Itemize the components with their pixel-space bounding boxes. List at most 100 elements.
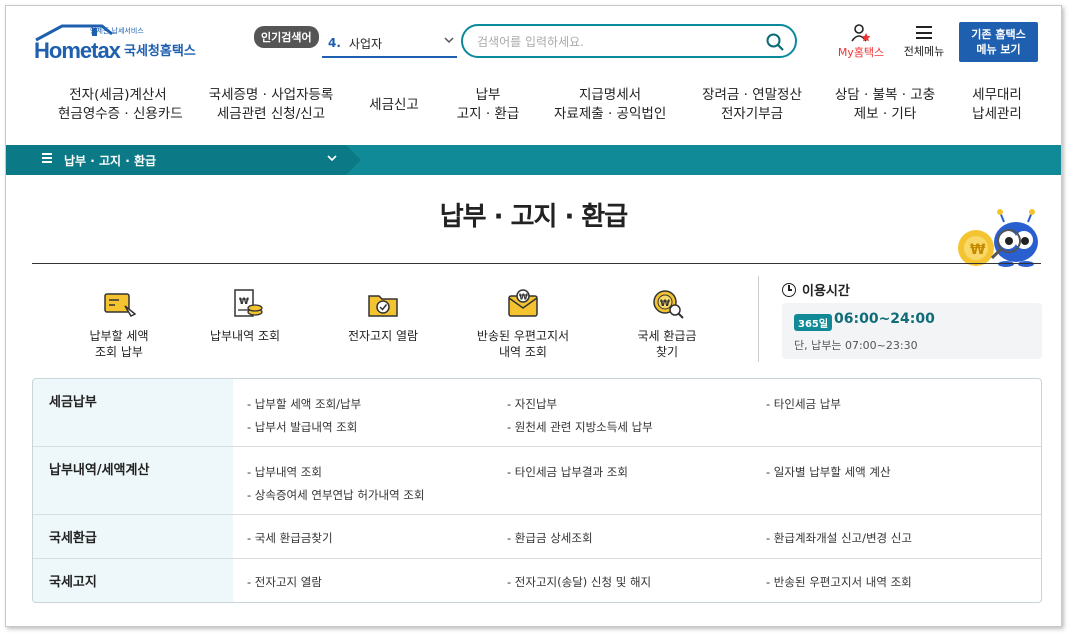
- link-others-tax[interactable]: - 타인세금 납부: [766, 396, 841, 412]
- link-installment[interactable]: - 상속증여세 연부연납 허가내역 조회: [247, 487, 424, 503]
- svg-text:₩: ₩: [970, 242, 986, 258]
- gnb-item-incentives[interactable]: 장려금 · 연말정산 전자기부금: [696, 86, 808, 124]
- table-row-refund: 국세환급 - 국세 환급금찾기 - 환급금 상세조회 - 환급계좌개설 신고/변…: [33, 515, 1041, 559]
- all-menu-button[interactable]: 전체메뉴: [897, 24, 951, 59]
- link-payable-tax[interactable]: - 납부할 세액 조회/납부: [247, 396, 361, 412]
- row-heading: 납부내역/세액계산: [33, 447, 233, 514]
- quick-menu-refund-search[interactable]: ₩ 국세 환급금 찾기: [602, 286, 732, 360]
- svg-text:₩: ₩: [660, 299, 670, 309]
- location-label: 납부 · 고지 · 환급: [64, 154, 157, 168]
- quick-menu-payable-tax[interactable]: 납부할 세액 조회 납부: [54, 286, 184, 360]
- link-returned-mail[interactable]: - 반송된 우편고지서 내역 조회: [766, 574, 912, 590]
- quick-menu-e-notice[interactable]: 전자고지 열람: [318, 286, 448, 344]
- quick-sublabel: 찾기: [655, 345, 679, 359]
- gnb-label: 세무대리: [972, 87, 1022, 103]
- gnb-item-payment[interactable]: 납부 고지 · 환급: [448, 86, 528, 124]
- gnb-sublabel: 세금관련 신청/신고: [216, 106, 326, 122]
- service-hours-title: 이용시간: [782, 280, 850, 299]
- location-dropdown[interactable]: 납부 · 고지 · 환급: [6, 145, 361, 175]
- browser-frame: 언제든 납세서비스 Hometax 국세청홈택스 인기검색어 4. 사업자 검색…: [5, 5, 1062, 627]
- user-icon: [851, 24, 871, 42]
- logo-tagline: 언제든 납세서비스: [90, 27, 144, 35]
- link-e-notice[interactable]: - 전자고지 열람: [247, 574, 322, 590]
- gnb-item-e-invoice[interactable]: 전자(세금)계산서 현금영수증 · 신용카드: [58, 86, 183, 124]
- mascot-icon: ₩: [958, 209, 1038, 267]
- logo-name: 국세청홈택스: [124, 44, 196, 59]
- days-badge: 365일: [794, 314, 833, 331]
- gnb-item-tax-agent[interactable]: 세무대리 납세관리: [962, 86, 1032, 124]
- all-menu-label: 전체메뉴: [903, 45, 945, 58]
- popular-term: 사업자: [348, 36, 383, 51]
- search-box: [461, 24, 797, 58]
- chevron-down-icon: [326, 151, 338, 168]
- my-hometax-button[interactable]: My홈택스: [832, 24, 890, 60]
- chevron-down-icon: [443, 34, 455, 49]
- hours-note: 단, 납부는 07:00~23:30: [794, 339, 918, 352]
- table-row-tax-payment: 세금납부 - 납부할 세액 조회/납부 - 자진납부 - 타인세금 납부 - 납…: [33, 379, 1041, 447]
- svg-text:₩: ₩: [519, 293, 528, 302]
- legacy-line1: 기존 홈택스: [971, 28, 1026, 41]
- gnb-label: 장려금 · 연말정산: [702, 87, 802, 103]
- page-title: 납부 · 고지 · 환급: [439, 202, 628, 232]
- legacy-line2: 메뉴 보기: [976, 43, 1021, 56]
- gnb-label: 상담 · 불복 · 고충: [834, 87, 936, 103]
- gnb-item-tax-filing[interactable]: 세금신고: [364, 86, 424, 115]
- link-refund-account[interactable]: - 환급계좌개설 신고/변경 신고: [766, 530, 912, 546]
- title-divider: [32, 263, 1041, 264]
- popular-search-badge: 인기검색어: [254, 26, 319, 48]
- quick-label: 납부할 세액: [89, 329, 149, 343]
- gnb-label: 세금신고: [369, 97, 419, 113]
- quick-label: 국세 환급금: [637, 329, 697, 343]
- global-nav: 전자(세금)계산서 현금영수증 · 신용카드 국세증명 · 사업자등록 세금관련…: [6, 86, 1061, 138]
- quick-sublabel: 내역 조회: [499, 345, 547, 359]
- gnb-sublabel: 전자기부금: [720, 106, 784, 122]
- popular-rank: 4.: [328, 36, 341, 50]
- gnb-label: 전자(세금)계산서: [69, 87, 167, 103]
- legacy-menu-button[interactable]: 기존 홈택스 메뉴 보기: [959, 22, 1038, 62]
- gnb-label: 지급명세서: [578, 87, 642, 103]
- gnb-label: 납부: [475, 87, 501, 103]
- folder-check-icon: [368, 295, 398, 317]
- quick-label: 납부내역 조회: [209, 329, 281, 343]
- won-search-icon: ₩: [653, 290, 684, 319]
- document-pen-icon: [104, 293, 137, 317]
- link-others-result[interactable]: - 타인세금 납부결과 조회: [507, 464, 628, 480]
- my-hometax-label: My홈택스: [837, 46, 885, 59]
- gnb-sublabel: 고지 · 환급: [456, 106, 520, 122]
- link-refund-find[interactable]: - 국세 환급금찾기: [247, 530, 333, 546]
- table-row-notice: 국세고지 - 전자고지 열람 - 전자고지(송달) 신청 및 해지 - 반송된 …: [33, 559, 1041, 602]
- menu-table: 세금납부 - 납부할 세액 조회/납부 - 자진납부 - 타인세금 납부 - 납…: [32, 378, 1042, 603]
- link-daily-calc[interactable]: - 일자별 납부할 세액 계산: [766, 464, 891, 480]
- link-refund-detail[interactable]: - 환급금 상세조회: [507, 530, 593, 546]
- link-self-payment[interactable]: - 자진납부: [507, 396, 557, 412]
- search-input[interactable]: [477, 32, 757, 52]
- gnb-sublabel: 제보 · 기타: [853, 106, 917, 122]
- table-row-payment-history: 납부내역/세액계산 - 납부내역 조회 - 타인세금 납부결과 조회 - 일자별…: [33, 447, 1041, 515]
- gnb-item-certificates[interactable]: 국세증명 · 사업자등록 세금관련 신청/신고: [206, 86, 336, 124]
- hometax-logo[interactable]: 언제든 납세서비스 Hometax 국세청홈택스: [32, 22, 212, 63]
- site-header: 언제든 납세서비스 Hometax 국세청홈택스 인기검색어 4. 사업자 검색…: [6, 6, 1061, 76]
- quick-label: 반송된 우편고지서: [476, 329, 570, 343]
- link-local-income-tax[interactable]: - 원천세 관련 지방소득세 납부: [507, 419, 653, 435]
- gnb-sublabel: 납세관리: [972, 106, 1022, 122]
- envelope-won-icon: ₩: [508, 289, 538, 317]
- link-e-notice-apply[interactable]: - 전자고지(송달) 신청 및 해지: [507, 574, 651, 590]
- search-icon[interactable]: [765, 32, 785, 52]
- gnb-item-statements[interactable]: 지급명세서 자료제출 · 공익법인: [554, 86, 666, 124]
- service-hours-box: 365일 06:00~24:00 단, 납부는 07:00~23:30: [782, 303, 1042, 359]
- clock-icon: [782, 282, 796, 297]
- svg-text:₩: ₩: [239, 297, 249, 307]
- logo-word: Hometax: [34, 38, 121, 63]
- quick-menu-returned-mail[interactable]: ₩ 반송된 우편고지서 내역 조회: [458, 286, 588, 360]
- hamburger-icon: [916, 26, 932, 39]
- gnb-sublabel: 자료제출 · 공익법인: [554, 106, 667, 122]
- gnb-item-consulting[interactable]: 상담 · 불복 · 고충 제보 · 기타: [830, 86, 940, 124]
- popular-search-select[interactable]: 4. 사업자: [322, 30, 457, 58]
- location-bar: 납부 · 고지 · 환급: [6, 145, 1061, 175]
- link-payment-history[interactable]: - 납부내역 조회: [247, 464, 322, 480]
- service-hours-label: 이용시간: [802, 284, 850, 299]
- quick-menu-payment-history[interactable]: ₩ 납부내역 조회: [180, 286, 310, 344]
- link-payment-slip[interactable]: - 납부서 발급내역 조회: [247, 419, 357, 435]
- vertical-divider: [758, 276, 759, 362]
- row-heading: 국세환급: [33, 515, 233, 558]
